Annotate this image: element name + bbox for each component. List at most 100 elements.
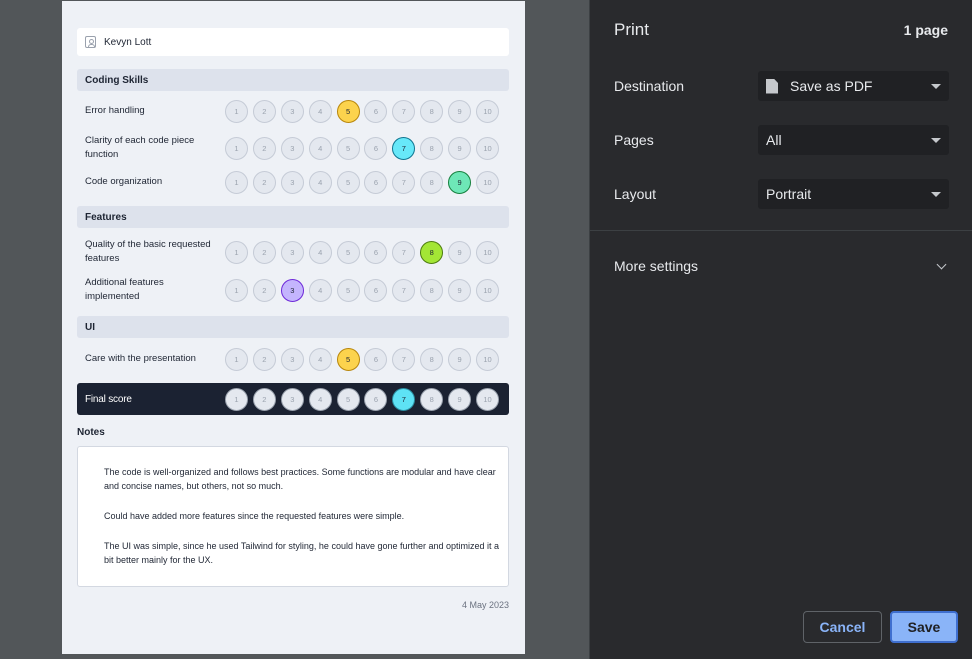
destination-label: Destination [614,78,685,94]
score-circle: 7 [392,240,416,264]
score-circle: 10 [476,387,500,411]
score-circle: 2 [252,136,276,160]
score-circle: 8 [420,170,444,194]
score-circle: 8 [420,99,444,123]
criterion-row: Quality of the basic requested features … [77,237,509,267]
score-circle: 10 [476,240,500,264]
section-header-ui: UI [77,316,509,338]
score-scale: 1 2 3 4 5 6 7 8 9 10 [225,240,500,264]
score-circle: 9 [448,136,472,160]
score-scale: 1 2 3 4 5 6 7 8 9 10 [225,136,500,160]
score-circle: 6 [364,240,388,264]
destination-value: Save as PDF [790,78,873,94]
score-circle: 8 [420,347,444,371]
score-circle: 9 [448,170,472,194]
score-circle: 9 [448,347,472,371]
score-circle: 2 [252,99,276,123]
score-circle: 2 [252,240,276,264]
score-circle: 1 [225,136,248,160]
score-circle: 7 [392,99,416,123]
document-icon [766,78,778,94]
final-score-row: Final score 1 2 3 4 5 6 7 8 9 10 [77,383,509,415]
score-circle: 1 [225,99,248,123]
criterion-row: Code organization 1 2 3 4 5 6 7 8 9 10 [77,170,509,194]
score-circle: 1 [225,240,248,264]
score-circle: 3 [280,240,304,264]
score-circle: 2 [252,170,276,194]
score-scale: 1 2 3 4 5 6 7 8 9 10 [225,387,500,411]
score-circle: 7 [392,387,416,411]
score-circle: 6 [364,387,388,411]
dropdown-arrow-icon [931,192,941,197]
score-circle: 6 [364,278,388,302]
score-circle: 4 [308,387,332,411]
score-circle: 8 [420,278,444,302]
score-circle: 1 [225,278,248,302]
score-circle: 5 [336,387,360,411]
score-circle: 1 [225,347,248,371]
pages-label: Pages [614,132,654,148]
section-header-features: Features [77,206,509,228]
score-circle: 3 [280,99,304,123]
score-circle: 1 [225,170,248,194]
preview-page: Kevyn Lott Coding Skills Error handling … [62,1,525,654]
dropdown-arrow-icon [931,84,941,89]
dropdown-arrow-icon [931,138,941,143]
score-circle: 9 [448,278,472,302]
criterion-label: Error handling [85,105,145,116]
destination-select[interactable]: Save as PDF [758,71,949,101]
note-paragraph: The UI was simple, since he used Tailwin… [104,541,500,565]
report-date: 4 May 2023 [461,600,509,610]
score-circle: 3 [280,136,304,160]
score-circle: 4 [308,136,332,160]
score-circle: 4 [308,347,332,371]
more-settings-toggle[interactable]: More settings [614,258,949,274]
person-icon [85,36,96,48]
score-circle: 5 [336,170,360,194]
score-circle: 9 [448,387,472,411]
more-settings-label: More settings [614,258,699,274]
criterion-label: Additional features implemented [85,277,164,302]
section-header-coding-skills: Coding Skills [77,69,509,91]
score-circle: 5 [336,240,360,264]
divider [590,230,972,231]
cancel-button[interactable]: Cancel [803,611,882,643]
chevron-down-icon [936,259,947,269]
page-count: 1 page [903,22,948,38]
score-circle: 7 [392,170,416,194]
score-circle: 7 [392,136,416,160]
score-circle: 3 [280,278,304,302]
final-score-label: Final score [85,393,132,405]
layout-value: Portrait [766,186,812,202]
score-circle: 10 [476,99,500,123]
criterion-label: Clarity of each code piece function [85,135,195,160]
score-circle: 10 [476,278,500,302]
layout-select[interactable]: Portrait [758,179,949,209]
criterion-row: Additional features implemented 12345678… [77,275,509,305]
score-scale: 1 2 3 4 5 6 7 8 9 10 [225,278,500,302]
score-circle: 4 [308,170,332,194]
print-settings-panel: Print 1 page Destination Save as PDF Pag… [589,0,972,659]
score-circle: 2 [252,387,276,411]
score-circle: 10 [476,347,500,371]
score-circle: 2 [252,278,276,302]
candidate-name-field: Kevyn Lott [77,28,509,56]
score-circle: 1 [225,387,248,411]
print-preview-area: Kevyn Lott Coding Skills Error handling … [0,0,589,659]
score-circle: 8 [420,240,444,264]
score-circle: 8 [420,387,444,411]
save-button[interactable]: Save [890,611,958,643]
criterion-row: Clarity of each code piece function 1234… [77,133,509,163]
score-circle: 2 [252,347,276,371]
score-circle: 6 [364,170,388,194]
criterion-row: Care with the presentation 1 2 3 4 5 6 7 8 9 10 [77,347,509,371]
criterion-row: Error handling 1 2 3 4 5 6 7 8 9 10 [77,99,509,123]
score-circle: 5 [336,136,360,160]
score-circle: 6 [364,136,388,160]
pages-select[interactable]: All [758,125,949,155]
criterion-label: Quality of the basic requested features [85,239,211,264]
score-circle: 3 [280,347,304,371]
score-scale: 1 2 3 4 5 6 7 8 9 10 [225,170,500,194]
score-circle: 3 [280,170,304,194]
criterion-label: Care with the presentation [85,353,196,364]
